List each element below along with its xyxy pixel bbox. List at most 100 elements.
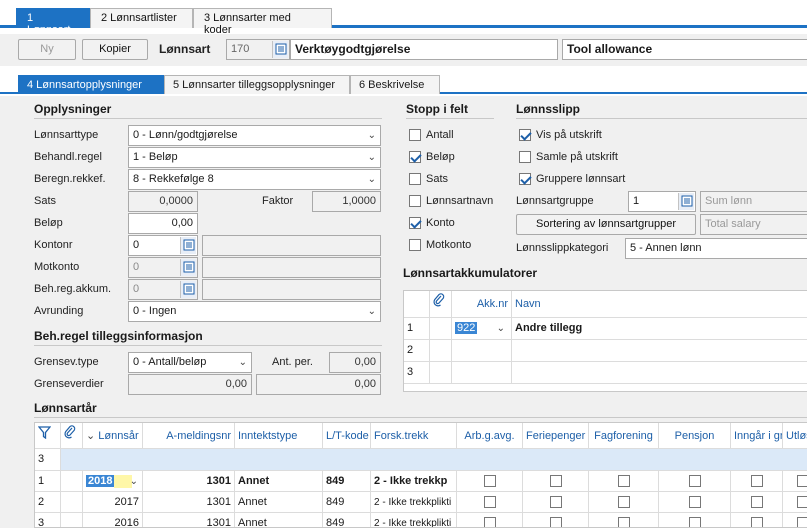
inngar-checkbox[interactable] (751, 475, 763, 487)
row-cell[interactable] (731, 513, 783, 527)
behandl-regel-select[interactable]: 1 - Beløp ⌄ (128, 147, 381, 168)
inngar-checkbox[interactable] (751, 517, 763, 527)
pensjon-checkbox[interactable] (689, 517, 701, 527)
col-inngar-i-gr[interactable]: Inngår i gr (731, 423, 783, 449)
col-pensjon[interactable]: Pensjon (659, 423, 731, 449)
belop-field[interactable]: 0,00 (128, 213, 198, 234)
stopp-motkonto-checkbox[interactable] (409, 239, 421, 251)
year-cell[interactable]: 2018 ⌄ (83, 471, 143, 492)
grenseverdi-1-field[interactable]: 0,00 (128, 374, 252, 395)
feriepenger-checkbox[interactable] (550, 475, 562, 487)
row-cell[interactable] (457, 513, 523, 527)
tab-lonnsarter-med-koder[interactable]: 3 Lønnsarter med koder (193, 8, 332, 36)
motkonto-field[interactable]: 0 (128, 257, 198, 278)
utlos-checkbox[interactable] (797, 517, 807, 527)
year-cell[interactable]: 2017 (83, 492, 143, 513)
row-cell[interactable] (783, 492, 807, 513)
lonnsartgruppe-field[interactable]: 1 (628, 191, 696, 212)
grensev-type-select[interactable]: 0 - Antall/beløp ⌄ (128, 352, 252, 373)
col-akk-nr[interactable]: Akk.nr (452, 291, 512, 318)
new-button[interactable]: Ny (18, 39, 76, 60)
inngar-checkbox[interactable] (751, 496, 763, 508)
lookup-icon[interactable] (180, 281, 196, 298)
col-utlos[interactable]: Utløs (783, 423, 807, 449)
akk-nr-cell[interactable] (452, 362, 512, 384)
col-feriepenger[interactable]: Feriepenger (523, 423, 589, 449)
stopp-konto-checkbox[interactable] (409, 217, 421, 229)
col-inntektstype[interactable]: Inntektstype (235, 423, 323, 449)
stopp-antall-checkbox[interactable] (409, 129, 421, 141)
lonnsart-name-en-field[interactable]: Tool allowance (562, 39, 807, 60)
samle-pa-utskrift-checkbox[interactable] (519, 151, 531, 163)
ant-per-field[interactable]: 0,00 (329, 352, 381, 373)
faktor-field[interactable]: 1,0000 (312, 191, 381, 212)
arb-g-avg-checkbox[interactable] (484, 517, 496, 527)
row-cell[interactable] (523, 492, 589, 513)
lonnsart-name-field[interactable]: Verktøygodtgjørelse (290, 39, 558, 60)
avrunding-select[interactable]: 0 - Ingen ⌄ (128, 301, 381, 322)
row-cell[interactable] (731, 492, 783, 513)
row-cell[interactable] (457, 471, 523, 492)
feriepenger-checkbox[interactable] (550, 517, 562, 527)
utlos-checkbox[interactable] (797, 475, 807, 487)
beregn-rekkef-select[interactable]: 8 - Rekkefølge 8 ⌄ (128, 169, 381, 190)
fagforening-checkbox[interactable] (618, 496, 630, 508)
lonnsslippkategori-select[interactable]: 5 - Annen lønn (625, 238, 807, 259)
stopp-sats-checkbox[interactable] (409, 173, 421, 185)
row-cell[interactable] (783, 513, 807, 527)
col-a-meldingsnr[interactable]: A-meldingsnr (143, 423, 235, 449)
sortering-button[interactable]: Sortering av lønnsartgrupper (516, 214, 696, 235)
arb-g-avg-checkbox[interactable] (484, 475, 496, 487)
row-cell[interactable] (659, 492, 731, 513)
lonnsarttype-select[interactable]: 0 - Lønn/godtgjørelse ⌄ (128, 125, 381, 146)
kontonr-field[interactable]: 0 (128, 235, 198, 256)
lookup-icon[interactable] (180, 237, 196, 254)
fagforening-checkbox[interactable] (618, 517, 630, 527)
row-cell[interactable] (457, 492, 523, 513)
gruppere-lonnsart-checkbox[interactable] (519, 173, 531, 185)
col-lt-kode[interactable]: L/T-kode (323, 423, 371, 449)
feriepenger-checkbox[interactable] (550, 496, 562, 508)
row-cell[interactable] (659, 471, 731, 492)
stopp-lonnsartnavn-checkbox[interactable] (409, 195, 421, 207)
row-cell[interactable] (523, 471, 589, 492)
col-lonnsar[interactable]: ⌄ Lønnsår (83, 423, 143, 449)
chevron-down-icon[interactable]: ⌄ (130, 471, 138, 491)
attachment-icon[interactable] (430, 291, 452, 318)
filter-icon[interactable] (35, 423, 61, 449)
col-fagforening[interactable]: Fagforening (589, 423, 659, 449)
row-cell[interactable] (589, 471, 659, 492)
lookup-icon[interactable] (272, 41, 288, 58)
year-cell[interactable]: 2016 (83, 513, 143, 527)
pensjon-checkbox[interactable] (689, 475, 701, 487)
tab-beskrivelse[interactable]: 6 Beskrivelse (350, 75, 440, 94)
row-cell[interactable] (523, 513, 589, 527)
row-cell[interactable] (659, 513, 731, 527)
pensjon-checkbox[interactable] (689, 496, 701, 508)
vis-pa-utskrift-checkbox[interactable] (519, 129, 531, 141)
tab-lonnsartopplysninger[interactable]: 4 Lønnsartopplysninger (18, 75, 164, 94)
tab-lonnsartlister[interactable]: 2 Lønnsartlister (90, 8, 193, 28)
chevron-down-icon[interactable]: ⌄ (497, 318, 505, 339)
lonnsart-number-field[interactable]: 170 (226, 39, 290, 60)
filter-row[interactable] (61, 449, 807, 471)
col-arb-g-avg[interactable]: Arb.g.avg. (457, 423, 523, 449)
stopp-belop-checkbox[interactable] (409, 151, 421, 163)
copy-button[interactable]: Kopier (82, 39, 148, 60)
row-cell[interactable] (589, 492, 659, 513)
row-cell[interactable] (589, 513, 659, 527)
lookup-icon[interactable] (180, 259, 196, 276)
grenseverdi-2-field[interactable]: 0,00 (256, 374, 381, 395)
attachment-icon[interactable] (61, 423, 83, 449)
row-cell[interactable] (731, 471, 783, 492)
tab-tilleggsopplysninger[interactable]: 5 Lønnsarter tilleggsopplysninger (164, 75, 350, 94)
utlos-checkbox[interactable] (797, 496, 807, 508)
sats-field[interactable]: 0,0000 (128, 191, 198, 212)
fagforening-checkbox[interactable] (618, 475, 630, 487)
col-forsk-trekk[interactable]: Forsk.trekk (371, 423, 457, 449)
col-navn[interactable]: Navn (512, 291, 807, 318)
tab-lonnsart[interactable]: 1 Lønnsart (16, 8, 90, 36)
lookup-icon[interactable] (678, 193, 694, 210)
akk-nr-cell[interactable] (452, 340, 512, 362)
row-cell[interactable] (783, 471, 807, 492)
